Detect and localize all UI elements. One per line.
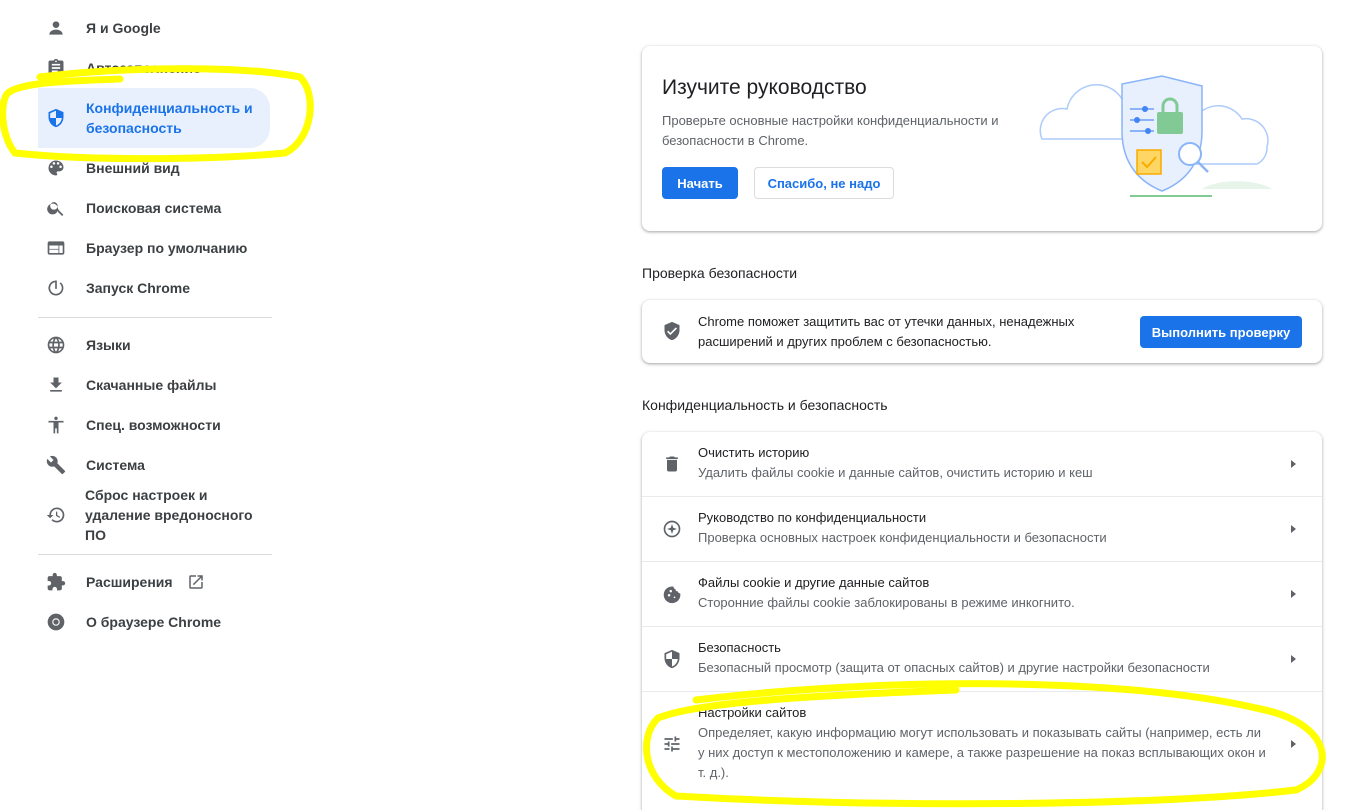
row-subtitle: Удалить файлы cookie и данные сайтов, оч…: [698, 465, 1093, 480]
search-icon: [38, 198, 74, 218]
sidebar-item-appearance[interactable]: Внешний вид: [38, 158, 270, 178]
chevron-right-icon: [1291, 460, 1296, 468]
promo-description: Проверьте основные настройки конфиденциа…: [662, 113, 999, 148]
clipboard-icon: [38, 58, 74, 78]
shield-half-icon: [662, 649, 682, 669]
sidebar-item-privacy-security[interactable]: Конфиденциальность и безопасность: [38, 88, 270, 148]
safety-check-card: Chrome поможет защитить вас от утечки да…: [642, 300, 1322, 363]
sidebar: Я и Google Автозаполнение Конфиденциальн…: [0, 0, 300, 810]
shield-check-icon: [662, 321, 682, 341]
sidebar-item-default-browser[interactable]: Браузер по умолчанию: [38, 238, 270, 258]
palette-icon: [38, 158, 74, 178]
sidebar-item-extensions[interactable]: Расширения: [38, 572, 270, 592]
open-in-new-icon: [187, 573, 205, 591]
browser-icon: [38, 238, 74, 258]
privacy-guide-promo-card: Изучите руководство Проверьте основные н…: [642, 46, 1322, 231]
sidebar-item-label: О браузере Chrome: [86, 614, 222, 630]
sidebar-item-label: Конфиденциальность и безопасность: [86, 100, 253, 136]
sidebar-item-label: Расширения: [86, 574, 173, 590]
chevron-right-icon: [1291, 525, 1296, 533]
wrench-icon: [38, 455, 74, 475]
sidebar-item-label: Скачанные файлы: [86, 377, 217, 393]
chrome-icon: [38, 612, 74, 632]
row-subtitle: Безопасный просмотр (защита от опасных с…: [698, 660, 1210, 675]
sidebar-item-on-startup[interactable]: Запуск Chrome: [38, 278, 270, 298]
sidebar-item-downloads[interactable]: Скачанные файлы: [38, 375, 270, 395]
sidebar-item-about-chrome[interactable]: О браузере Chrome: [38, 612, 270, 632]
sidebar-divider: [38, 554, 272, 555]
row-title: Руководство по конфиденциальности: [698, 510, 927, 525]
sidebar-item-search-engine[interactable]: Поисковая система: [38, 198, 270, 218]
privacy-section-heading: Конфиденциальность и безопасность: [642, 397, 888, 413]
tune-icon: [662, 734, 682, 754]
cookie-icon: [662, 584, 682, 604]
row-clear-browsing-data[interactable]: Очистить историю Удалить файлы cookie и …: [642, 432, 1322, 497]
sidebar-item-label: Запуск Chrome: [86, 280, 191, 296]
chevron-right-icon: [1291, 590, 1296, 598]
person-icon: [38, 18, 74, 38]
safety-check-heading: Проверка безопасности: [642, 265, 798, 281]
sidebar-item-label: Я и Google: [86, 20, 161, 36]
row-title: Настройки сайтов: [698, 705, 807, 720]
row-title: Очистить историю: [698, 445, 810, 460]
row-title: Безопасность: [698, 640, 781, 655]
sidebar-item-label: Спец. возможности: [86, 417, 221, 433]
run-safety-check-button[interactable]: Выполнить проверку: [1140, 316, 1302, 348]
no-thanks-button[interactable]: Спасибо, не надо: [754, 167, 894, 199]
globe-icon: [38, 335, 74, 355]
sidebar-item-label: Система: [86, 457, 145, 473]
sidebar-item-label: Сброс настроек и удаление вредоносного П…: [85, 487, 253, 543]
row-site-settings[interactable]: Настройки сайтов Определяет, какую инфор…: [642, 692, 1322, 810]
row-privacy-guide[interactable]: Руководство по конфиденциальности Провер…: [642, 497, 1322, 562]
promo-title: Изучите руководство: [662, 76, 867, 99]
privacy-guide-illustration: [1039, 75, 1272, 197]
compass-icon: [662, 519, 682, 539]
sidebar-item-reset-cleanup[interactable]: Сброс настроек и удаление вредоносного П…: [38, 487, 270, 543]
sidebar-item-label: Языки: [86, 337, 131, 353]
sidebar-item-autofill[interactable]: Автозаполнение: [38, 58, 270, 78]
restore-icon: [38, 505, 73, 525]
sidebar-item-label: Внешний вид: [86, 160, 180, 176]
safety-check-description: Chrome поможет защитить вас от утечки да…: [698, 314, 1075, 349]
sidebar-item-label: Поисковая система: [86, 200, 222, 216]
row-cookies[interactable]: Файлы cookie и другие данные сайтов Стор…: [642, 562, 1322, 627]
row-subtitle: Определяет, какую информацию могут испол…: [698, 725, 1266, 780]
row-subtitle: Проверка основных настроек конфиденциаль…: [698, 530, 1107, 545]
chevron-right-icon: [1291, 740, 1296, 748]
accessibility-icon: [38, 415, 74, 435]
chevron-right-icon: [1291, 655, 1296, 663]
puzzle-icon: [38, 572, 74, 592]
sidebar-item-languages[interactable]: Языки: [38, 335, 270, 355]
row-subtitle: Сторонние файлы cookie заблокированы в р…: [698, 595, 1075, 610]
sidebar-item-system[interactable]: Система: [38, 455, 270, 475]
sidebar-item-you-and-google[interactable]: Я и Google: [38, 18, 270, 38]
row-title: Файлы cookie и другие данные сайтов: [698, 575, 930, 590]
start-guide-button[interactable]: Начать: [662, 167, 738, 199]
trash-icon: [662, 454, 682, 474]
download-icon: [38, 375, 74, 395]
sidebar-item-label: Автозаполнение: [86, 60, 201, 76]
privacy-settings-list: Очистить историю Удалить файлы cookie и …: [642, 432, 1322, 810]
sidebar-item-accessibility[interactable]: Спец. возможности: [38, 415, 270, 435]
sidebar-divider: [38, 317, 272, 318]
shield-icon: [38, 108, 74, 128]
row-security[interactable]: Безопасность Безопасный просмотр (защита…: [642, 627, 1322, 692]
power-icon: [38, 278, 74, 298]
sidebar-item-label: Браузер по умолчанию: [86, 240, 248, 256]
